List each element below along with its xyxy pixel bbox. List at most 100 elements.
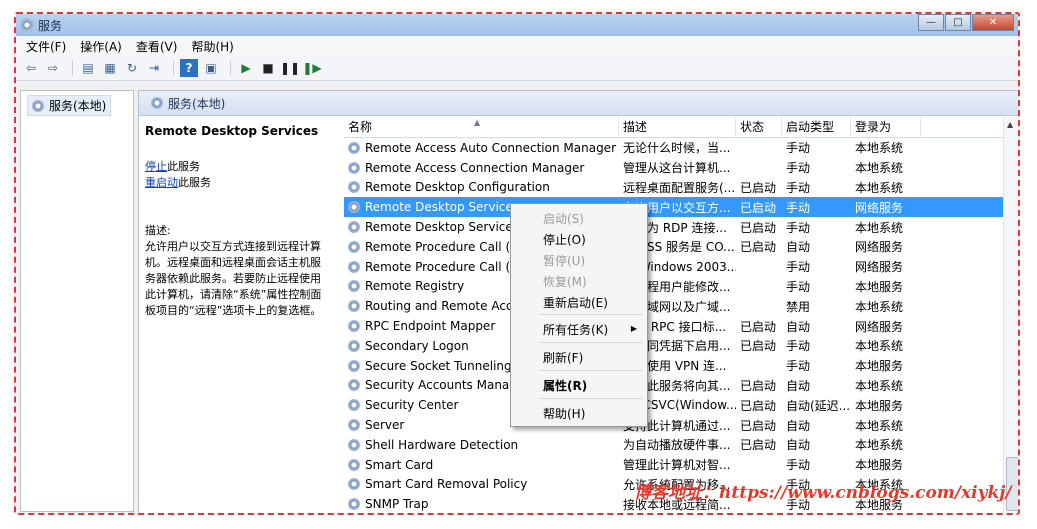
service-gear-icon <box>348 320 360 333</box>
service-gear-icon <box>348 339 360 352</box>
menu-separator <box>539 398 643 399</box>
service-description-panel: Remote Desktop Services 停止此服务 重启动此服务 描述:… <box>145 117 331 513</box>
column-header-name[interactable]: 名称 ▲ <box>344 117 619 137</box>
service-name: Security Center <box>365 398 459 413</box>
pane-header-label: 服务(本地) <box>168 96 226 111</box>
column-header-startup-type[interactable]: 启动类型 <box>782 117 851 137</box>
service-row[interactable]: Shell Hardware Detection 为自动播放硬件事... 已启动 自动… <box>344 435 1004 455</box>
service-row[interactable]: Remote Access Connection Manager 管理从这台计算机… <box>344 158 1004 178</box>
column-header-logon-as[interactable]: 登录为 <box>851 117 921 137</box>
stop-service-link[interactable]: 停止 <box>145 160 167 173</box>
service-name-cell: Remote Desktop Configuration <box>344 180 619 194</box>
menu-item-pause[interactable]: 暂停(U) <box>543 252 585 269</box>
menu-item-help[interactable]: 帮助(H) <box>543 405 585 422</box>
toolbar-separator <box>173 60 174 76</box>
scroll-up-icon[interactable]: ▲ <box>1007 120 1013 129</box>
menu-item-all-tasks[interactable]: 所有任务(K) <box>543 321 608 338</box>
column-name-label: 名称 <box>348 120 373 134</box>
menu-item-resume[interactable]: 恢复(M) <box>543 273 587 290</box>
minimize-button[interactable]: — <box>918 14 944 31</box>
menu-item-start[interactable]: 启动(S) <box>543 210 584 227</box>
close-button[interactable]: ✕ <box>972 14 1014 31</box>
maximize-button[interactable]: □ <box>945 14 971 31</box>
submenu-arrow-icon: ▶ <box>630 324 637 333</box>
service-logon-as: 网络服务 <box>855 319 904 334</box>
service-name: Smart Card <box>365 457 434 472</box>
service-gear-icon <box>348 379 360 392</box>
column-header-description[interactable]: 描述 <box>619 117 736 137</box>
menu-item-refresh[interactable]: 刷新(F) <box>543 349 583 366</box>
menu-separator <box>539 314 643 315</box>
services-app-icon <box>20 18 34 32</box>
service-startup-type: 手动 <box>786 161 811 176</box>
toolbar-separator <box>72 60 73 76</box>
service-row[interactable]: Remote Access Auto Connection Manager 无论什… <box>344 138 1004 158</box>
service-row[interactable]: Routing and Remote Access 在局域网以及广域... 禁用 本地… <box>344 296 1004 316</box>
service-name: SNMP Trap <box>365 497 429 512</box>
service-row[interactable]: Remote Procedure Call (RP RPCSS 服务是 CO...… <box>344 237 1004 257</box>
service-logon-as: 本地系统 <box>855 220 904 235</box>
menu-action[interactable]: 操作(A) <box>80 38 122 55</box>
title-bar[interactable]: 服务 — □ ✕ <box>16 14 1018 36</box>
service-gear-icon <box>348 438 360 451</box>
restart-service-link[interactable]: 重启动 <box>145 176 178 189</box>
service-gear-icon <box>348 221 360 234</box>
service-startup-type: 自动 <box>786 418 811 433</box>
service-row[interactable]: Remote Desktop Configuration 远程桌面配置服务(...… <box>344 178 1004 198</box>
service-row[interactable]: Secure Socket Tunneling Pr 提供使用 VPN 连... 手… <box>344 356 1004 376</box>
service-name-cell: SNMP Trap <box>344 497 619 511</box>
start-service-icon[interactable]: ▶ <box>237 59 255 77</box>
service-startup-type: 自动 <box>786 319 811 334</box>
menu-item-properties[interactable]: 属性(R) <box>543 377 587 394</box>
services-list: 名称 ▲ 描述 状态 启动类型 登录为 Remote Access Auto Co… <box>344 117 1018 513</box>
pause-service-icon[interactable]: ❚❚ <box>280 59 300 77</box>
show-tree-icon[interactable]: ▤ <box>79 59 97 77</box>
service-startup-type: 自动(延迟... <box>786 398 851 413</box>
service-name: Routing and Remote Access <box>365 299 533 314</box>
service-gear-icon <box>348 498 360 511</box>
stop-service-icon[interactable]: ■ <box>259 59 277 77</box>
column-header-status[interactable]: 状态 <box>736 117 782 137</box>
service-row[interactable]: Remote Desktop Services U 允许为 RDP 连接... 已启… <box>344 217 1004 237</box>
service-description: 远程桌面配置服务(... <box>623 180 736 195</box>
service-status: 已启动 <box>740 200 777 215</box>
service-name: Remote Desktop Services <box>365 200 520 215</box>
service-row[interactable]: Smart Card 管理此计算机对智... 手动 本地服务 <box>344 455 1004 475</box>
service-row[interactable]: RPC Endpoint Mapper 解析 RPC 接口标... 已启动 自动 网络服… <box>344 316 1004 336</box>
service-gear-icon <box>348 201 360 214</box>
console-tree: 服务(本地) <box>20 90 134 512</box>
menu-help[interactable]: 帮助(H) <box>191 38 233 55</box>
forward-icon[interactable]: ⇨ <box>44 59 62 77</box>
service-row[interactable]: Remote Registry 使远程用户能修改... 手动 本地服务 <box>344 277 1004 297</box>
service-startup-type: 手动 <box>786 200 811 215</box>
service-gear-icon <box>348 161 360 174</box>
service-name: Remote Procedure Call (RP <box>365 239 526 254</box>
service-row[interactable]: Security Accounts Manager 启动此服务将向其... 已启动自… <box>344 376 1004 396</box>
service-startup-type: 手动 <box>786 141 811 156</box>
refresh-icon[interactable]: ↻ <box>123 59 141 77</box>
service-description: 为自动播放硬件事... <box>623 438 731 453</box>
service-row[interactable]: Remote Desktop Services 允许用户以交互方... 已启动 手动网… <box>344 197 1004 218</box>
service-gear-icon <box>348 240 360 253</box>
service-row[interactable]: Security Center WSCSVC(Window... 已启动 自动(延迟.… <box>344 395 1004 415</box>
help-icon[interactable]: ? <box>180 59 198 77</box>
service-status: 已启动 <box>740 438 777 453</box>
service-logon-as: 本地系统 <box>855 438 904 453</box>
menu-item-stop[interactable]: 停止(O) <box>543 231 586 248</box>
export-list-icon[interactable]: ⇥ <box>145 59 163 77</box>
service-row[interactable]: Secondary Logon 在不同凭据下启用... 已启动 手动 本地系统 <box>344 336 1004 356</box>
console-icon[interactable]: ▣ <box>202 59 220 77</box>
services-icon <box>151 97 163 109</box>
properties-sheet-icon[interactable]: ▦ <box>101 59 119 77</box>
tree-node-services-local[interactable]: 服务(本地) <box>27 95 112 116</box>
vertical-scrollbar[interactable]: ▲ <box>1003 117 1018 513</box>
menu-file[interactable]: 文件(F) <box>26 38 66 55</box>
service-gear-icon <box>348 359 360 372</box>
restart-service-icon[interactable]: ❚▶ <box>302 59 321 77</box>
service-row[interactable]: Server 支持此计算机通过... 已启动 自动 本地系统 <box>344 415 1004 435</box>
menu-item-restart[interactable]: 重新启动(E) <box>543 294 608 311</box>
back-icon[interactable]: ⇦ <box>22 59 40 77</box>
menu-view[interactable]: 查看(V) <box>136 38 178 55</box>
service-row[interactable]: Remote Procedure Call (RP 在 Windows 2003.… <box>344 257 1004 277</box>
stop-link-suffix: 此服务 <box>167 160 200 173</box>
